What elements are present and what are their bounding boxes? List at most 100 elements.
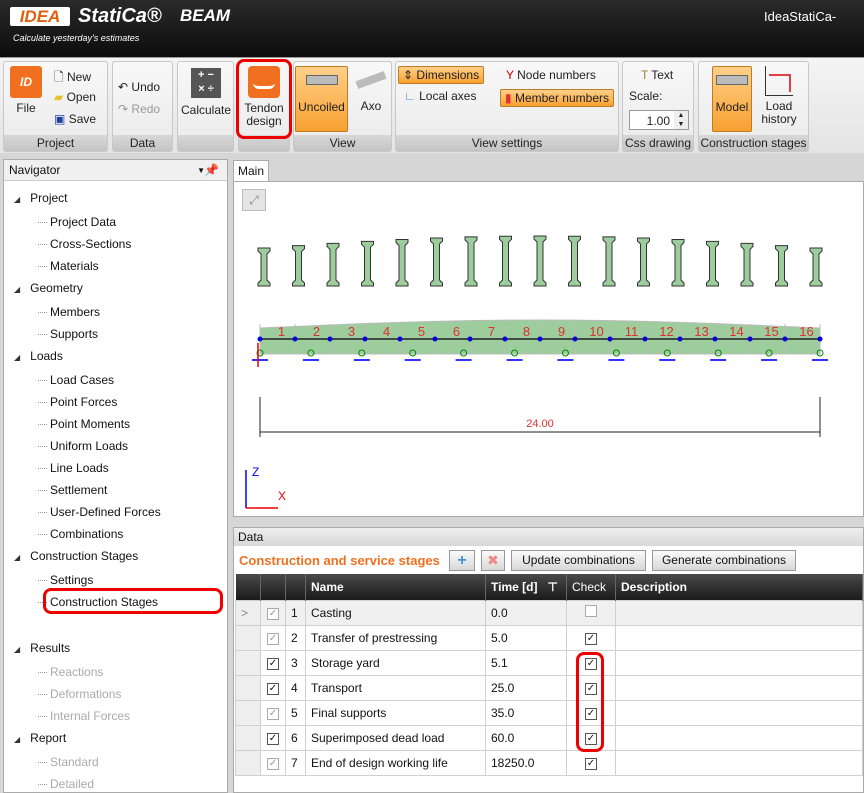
- calculate-button[interactable]: + − × ÷ Calculate: [180, 66, 232, 117]
- active-checkbox[interactable]: ✓: [260, 724, 286, 751]
- stage-time[interactable]: 5.1: [485, 649, 567, 676]
- active-checkbox[interactable]: ✓: [260, 599, 286, 626]
- active-checkbox[interactable]: ✓: [260, 699, 286, 726]
- row-selector[interactable]: [235, 674, 261, 701]
- model-button[interactable]: Model: [712, 66, 752, 132]
- row-selector[interactable]: [235, 649, 261, 676]
- pin-icon[interactable]: 📌: [204, 160, 219, 181]
- nav-members[interactable]: Members: [37, 305, 100, 319]
- stage-time[interactable]: 0.0: [485, 599, 567, 626]
- stage-time[interactable]: 5.0: [485, 624, 567, 651]
- nav-settings[interactable]: Settings: [37, 573, 93, 587]
- check-checkbox[interactable]: [566, 599, 616, 626]
- active-checkbox[interactable]: ✓: [260, 624, 286, 651]
- active-checkbox[interactable]: ✓: [260, 749, 286, 776]
- check-checkbox[interactable]: ✓: [566, 624, 616, 651]
- nav-detailed[interactable]: Detailed: [37, 777, 94, 791]
- check-checkbox[interactable]: ✓: [566, 749, 616, 776]
- node-numbers-toggle[interactable]: Y Node numbers: [506, 68, 596, 82]
- row-selector[interactable]: [235, 624, 261, 651]
- nav-geometry[interactable]: Geometry: [14, 281, 83, 295]
- nav-point-forces[interactable]: Point Forces: [37, 395, 117, 409]
- nav-reactions[interactable]: Reactions: [37, 665, 103, 679]
- redo-button[interactable]: ↷ Redo: [118, 102, 160, 116]
- stage-time[interactable]: 18250.0: [485, 749, 567, 776]
- stage-time[interactable]: 35.0: [485, 699, 567, 726]
- stage-description[interactable]: [615, 599, 863, 626]
- scale-spinner[interactable]: 1.00 ▲ ▼: [629, 110, 689, 130]
- nav-cross-sections[interactable]: Cross-Sections: [37, 237, 131, 251]
- stage-time[interactable]: 25.0: [485, 674, 567, 701]
- undo-button[interactable]: ↶ Undo: [118, 80, 160, 94]
- row-selector[interactable]: >: [235, 599, 261, 626]
- nav-point-moments[interactable]: Point Moments: [37, 417, 130, 431]
- nav-internal-forces[interactable]: Internal Forces: [37, 709, 130, 723]
- table-row[interactable]: ✓ 7 End of design working life 18250.0 ✓: [235, 749, 863, 776]
- row-selector[interactable]: [235, 724, 261, 751]
- header-name[interactable]: Name: [305, 574, 486, 600]
- header-check[interactable]: Check: [566, 574, 616, 600]
- table-row[interactable]: ✓ 5 Final supports 35.0 ✓: [235, 699, 863, 726]
- nav-materials[interactable]: Materials: [38, 259, 99, 273]
- stage-name[interactable]: Storage yard: [305, 649, 486, 676]
- nav-results[interactable]: Results: [14, 641, 70, 655]
- nav-project-data[interactable]: Project Data: [37, 215, 116, 229]
- header-time[interactable]: Time [d] ⊤: [485, 574, 567, 600]
- load-history-button[interactable]: Load history: [757, 66, 801, 126]
- stage-name[interactable]: Superimposed dead load: [305, 724, 486, 751]
- table-row[interactable]: ✓ 2 Transfer of prestressing 5.0 ✓: [235, 624, 863, 651]
- text-toggle[interactable]: T Text: [641, 68, 673, 82]
- stage-name[interactable]: Final supports: [305, 699, 486, 726]
- nav-settlement[interactable]: Settlement: [37, 483, 107, 497]
- stage-description[interactable]: [615, 749, 863, 776]
- nav-report[interactable]: Report: [14, 731, 66, 745]
- add-stage-button[interactable]: +: [449, 550, 475, 571]
- axo-button[interactable]: Axo: [352, 66, 390, 113]
- delete-stage-button[interactable]: ✖: [481, 550, 505, 571]
- file-button[interactable]: ID File: [7, 66, 45, 115]
- table-row[interactable]: ✓ 3 Storage yard 5.1 ✓: [235, 649, 863, 676]
- stage-name[interactable]: Casting: [305, 599, 486, 626]
- nav-load-cases[interactable]: Load Cases: [37, 373, 114, 387]
- active-checkbox[interactable]: ✓: [260, 674, 286, 701]
- spinner-arrows-icon[interactable]: ▲ ▼: [674, 111, 688, 129]
- save-button[interactable]: ▣ Save: [54, 112, 96, 126]
- stage-name[interactable]: Transport: [305, 674, 486, 701]
- table-row[interactable]: ✓ 4 Transport 25.0 ✓: [235, 674, 863, 701]
- stage-description[interactable]: [615, 674, 863, 701]
- nav-project[interactable]: Project: [14, 191, 67, 205]
- nav-uniform-loads[interactable]: Uniform Loads: [37, 439, 128, 453]
- generate-combinations-button[interactable]: Generate combinations: [652, 550, 796, 571]
- stage-name[interactable]: Transfer of prestressing: [305, 624, 486, 651]
- active-checkbox[interactable]: ✓: [260, 649, 286, 676]
- header-description[interactable]: Description: [615, 574, 863, 600]
- uncoiled-button[interactable]: Uncoiled: [295, 66, 348, 132]
- nav-line-loads[interactable]: Line Loads: [38, 461, 109, 475]
- local-axes-toggle[interactable]: ∟ Local axes: [404, 89, 476, 103]
- filter-icon[interactable]: ⊤: [548, 580, 558, 594]
- dimensions-toggle[interactable]: ⇕ Dimensions: [398, 66, 485, 84]
- nav-construction-stages-group[interactable]: Construction Stages: [14, 549, 138, 563]
- table-row[interactable]: ✓ 6 Superimposed dead load 60.0 ✓: [235, 724, 863, 751]
- stage-time[interactable]: 60.0: [485, 724, 567, 751]
- tab-main[interactable]: Main: [233, 160, 269, 182]
- stage-description[interactable]: [615, 699, 863, 726]
- nav-standard[interactable]: Standard: [38, 755, 99, 769]
- update-combinations-button[interactable]: Update combinations: [511, 550, 646, 571]
- stage-description[interactable]: [615, 724, 863, 751]
- new-button[interactable]: 🗋 New: [54, 68, 91, 89]
- stage-description[interactable]: [615, 624, 863, 651]
- nav-combinations[interactable]: Combinations: [37, 527, 123, 541]
- nav-supports[interactable]: Supports: [37, 327, 98, 341]
- open-button[interactable]: ▰ Open: [54, 90, 96, 104]
- row-selector[interactable]: [235, 749, 261, 776]
- nav-user-defined-forces[interactable]: User-Defined Forces: [38, 505, 161, 519]
- table-row[interactable]: > ✓ 1 Casting 0.0: [235, 599, 863, 626]
- row-selector[interactable]: [235, 699, 261, 726]
- member-numbers-toggle[interactable]: ▮ Member numbers: [500, 89, 614, 107]
- stage-description[interactable]: [615, 649, 863, 676]
- nav-loads[interactable]: Loads: [14, 349, 63, 363]
- stage-name[interactable]: End of design working life: [305, 749, 486, 776]
- nav-deformations[interactable]: Deformations: [37, 687, 121, 701]
- model-canvas[interactable]: ⤢ 24.00 Z X 1 2 3 4 5 6 7 8 9 10 11 12 13 14 15 16: [233, 181, 864, 517]
